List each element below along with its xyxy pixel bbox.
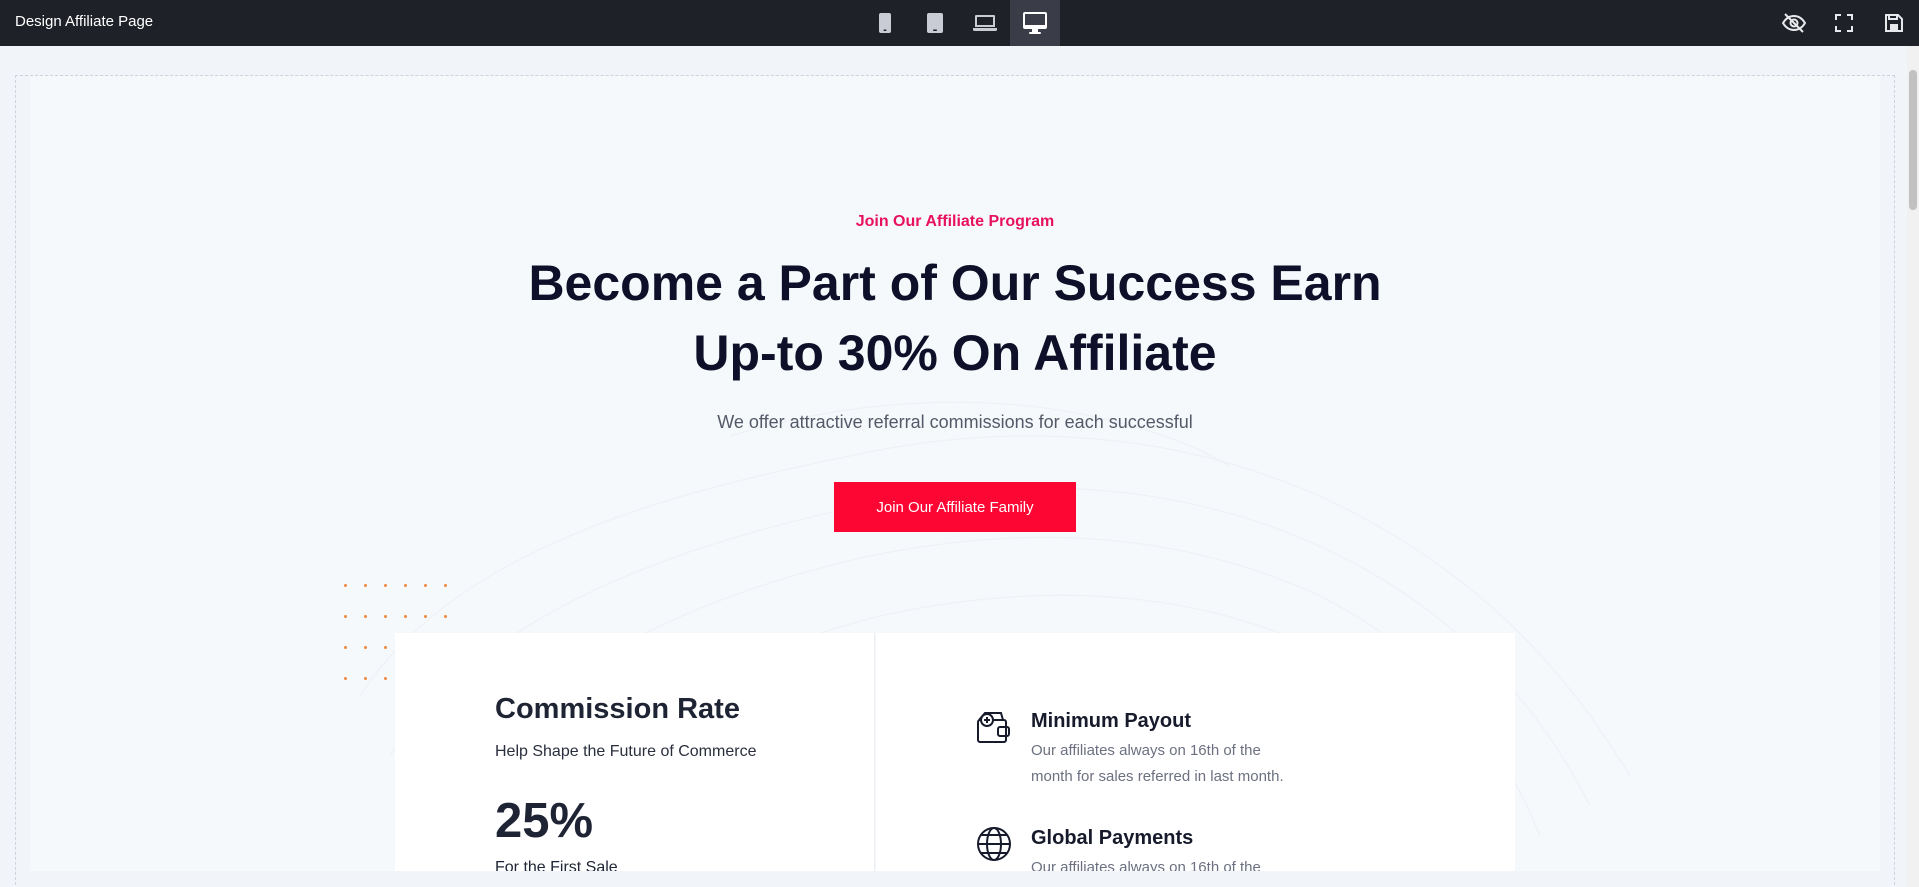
- commission-caption: For the First Sale: [495, 859, 618, 871]
- decorative-dot: [404, 615, 407, 618]
- decorative-dot: [344, 584, 347, 587]
- decorative-dot: [444, 584, 447, 587]
- decorative-dot: [344, 677, 347, 680]
- globe-icon: [977, 827, 1011, 861]
- fullscreen-icon: [1835, 14, 1853, 32]
- scrollbar-thumb[interactable]: [1909, 70, 1917, 210]
- benefits-card: Minimum Payout Our affiliates always on …: [876, 633, 1515, 871]
- laptop-icon: [973, 15, 997, 31]
- commission-subtitle: Help Shape the Future of Commerce: [495, 743, 757, 760]
- fullscreen-button[interactable]: [1819, 0, 1869, 46]
- feature-title: Global Payments: [1031, 827, 1194, 849]
- join-affiliate-button[interactable]: Join Our Affiliate Family: [834, 482, 1076, 532]
- desktop-view-button[interactable]: [1010, 0, 1060, 46]
- feature-description: Our affiliates always on 16th of the: [1031, 859, 1261, 871]
- decorative-dot: [424, 615, 427, 618]
- tablet-icon: [927, 13, 943, 33]
- eye-off-icon: [1781, 13, 1807, 33]
- headline-line-1: Become a Part of Our Success Earn: [528, 255, 1382, 311]
- laptop-view-button[interactable]: [960, 0, 1010, 46]
- hero-subline: We offer attractive referral commissions…: [717, 412, 1193, 432]
- eyebrow-text: Join Our Affiliate Program: [855, 213, 1055, 230]
- vertical-scrollbar[interactable]: [1907, 46, 1919, 887]
- decorative-dot: [384, 615, 387, 618]
- save-button[interactable]: [1869, 0, 1919, 46]
- tablet-view-button[interactable]: [910, 0, 960, 46]
- app-title: Design Affiliate Page: [15, 13, 154, 30]
- decorative-dot: [384, 584, 387, 587]
- headline-line-2: Up-to 30% On Affiliate: [693, 325, 1217, 381]
- feature-title: Minimum Payout: [1031, 710, 1192, 732]
- device-switcher: [860, 0, 1060, 46]
- editor-tools: [1769, 0, 1919, 46]
- mobile-icon: [879, 13, 891, 33]
- mobile-view-button[interactable]: [860, 0, 910, 46]
- commission-title: Commission Rate: [495, 693, 740, 725]
- affiliate-page-section[interactable]: Join Our Affiliate Program Become a Part…: [30, 76, 1880, 871]
- wallet-icon: [977, 712, 1010, 743]
- decorative-dot: [364, 646, 367, 649]
- feature-description: Our affiliates always on 16th of the mon…: [1031, 742, 1284, 785]
- commission-value: 25%: [495, 794, 594, 848]
- decorative-dot: [384, 646, 387, 649]
- decorative-dot: [344, 615, 347, 618]
- save-icon: [1885, 14, 1903, 32]
- decorative-dot: [344, 646, 347, 649]
- decorative-dot: [444, 615, 447, 618]
- commission-rate-card: Commission Rate Help Shape the Future of…: [395, 633, 875, 871]
- decorative-dot: [404, 584, 407, 587]
- decorative-dot: [364, 584, 367, 587]
- hero-headline: Become a Part of Our Success Earn Up-to …: [30, 248, 1880, 388]
- decorative-dot: [364, 677, 367, 680]
- editor-canvas: Join Our Affiliate Program Become a Part…: [0, 46, 1919, 887]
- desktop-icon: [1023, 12, 1047, 34]
- decorative-dot: [424, 584, 427, 587]
- hide-preview-button[interactable]: [1769, 0, 1819, 46]
- decorative-dot: [364, 615, 367, 618]
- decorative-dot: [384, 677, 387, 680]
- editor-toolbar: Design Affiliate Page: [0, 0, 1919, 46]
